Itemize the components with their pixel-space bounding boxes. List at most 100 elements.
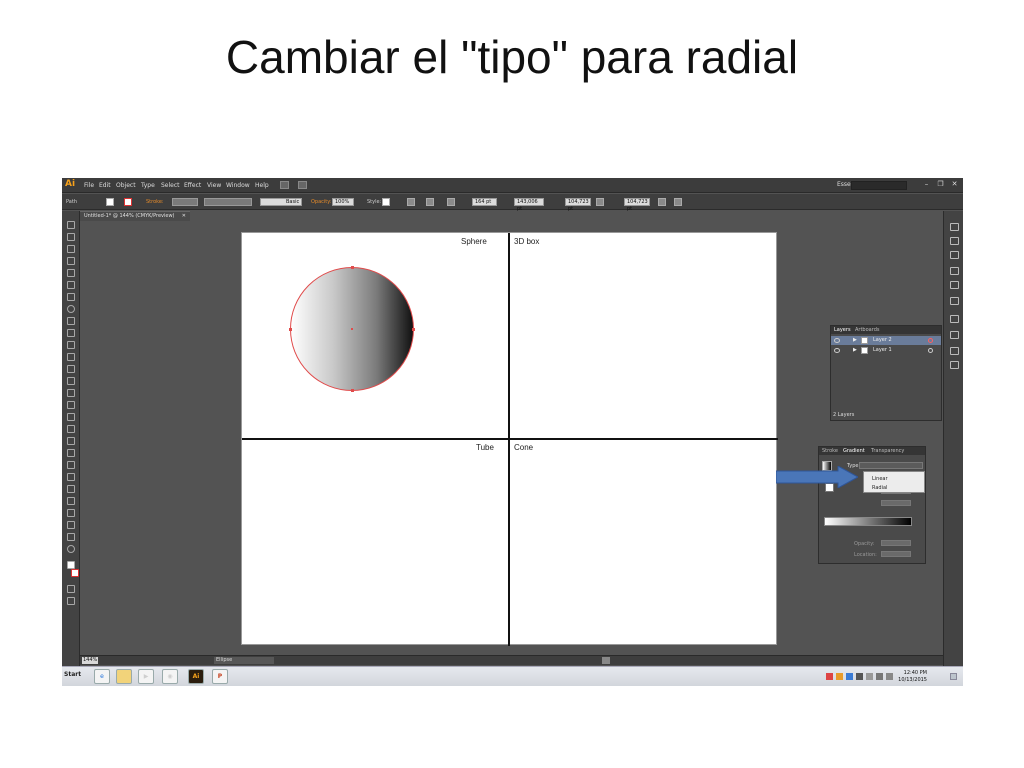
type-option-radial[interactable]: Radial	[872, 485, 887, 491]
layer-row[interactable]: ▶ Layer 2	[831, 336, 941, 345]
column-graph-tool-icon[interactable]	[67, 497, 75, 505]
tab-transparency[interactable]: Transparency	[871, 448, 904, 454]
shape-builder-tool-icon[interactable]	[67, 413, 75, 421]
expand-triangle-icon[interactable]: ▶	[853, 336, 857, 345]
fill-swatch[interactable]	[106, 198, 114, 206]
menu-window[interactable]: Window	[226, 182, 250, 189]
tray-app-icon[interactable]	[846, 673, 853, 680]
opacity-label[interactable]: Opacity:	[311, 199, 332, 205]
illustrator-icon[interactable]: Ai	[188, 669, 204, 684]
show-desktop-icon[interactable]	[950, 673, 957, 680]
line-tool-icon[interactable]	[67, 293, 75, 301]
location-field[interactable]	[881, 551, 911, 557]
tab-artboards[interactable]: Artboards	[855, 327, 879, 333]
anchor-point[interactable]	[412, 328, 415, 331]
height-field[interactable]: 104,723 pt	[624, 198, 650, 212]
tray-app-icon[interactable]	[836, 673, 843, 680]
lasso-tool-icon[interactable]	[67, 257, 75, 265]
brushes-icon[interactable]	[950, 267, 959, 275]
layers-icon[interactable]	[950, 347, 959, 355]
layer-row[interactable]: ▶ Layer 1	[831, 346, 941, 355]
artboards-icon[interactable]	[950, 361, 959, 369]
sphere-ellipse[interactable]	[289, 266, 415, 392]
stroke-swatch[interactable]	[124, 198, 132, 206]
align-icon[interactable]	[426, 198, 434, 206]
menu-help[interactable]: Help	[255, 182, 269, 189]
pen-tool-icon[interactable]	[67, 269, 75, 277]
color-guide-icon[interactable]	[950, 237, 959, 245]
stroke-weight-field[interactable]	[172, 198, 198, 206]
menu-select[interactable]: Select	[161, 182, 180, 189]
menu-effect[interactable]: Effect	[184, 182, 201, 189]
stroke-color-icon[interactable]	[71, 569, 79, 577]
fill-color-icon[interactable]	[67, 561, 75, 569]
target-icon[interactable]	[928, 348, 933, 353]
tab-layers[interactable]: Layers	[834, 327, 851, 333]
direct-selection-tool-icon[interactable]	[67, 233, 75, 241]
color-icon[interactable]	[950, 223, 959, 231]
perspective-grid-tool-icon[interactable]	[67, 425, 75, 433]
ellipse-tool-icon[interactable]	[67, 305, 75, 313]
opacity-field[interactable]	[881, 540, 911, 546]
recolor-icon[interactable]	[407, 198, 415, 206]
anchor-point[interactable]	[289, 328, 292, 331]
graphic-styles-icon[interactable]	[950, 297, 959, 305]
rotate-tool-icon[interactable]	[67, 365, 75, 373]
zoom-level[interactable]: 144%	[82, 657, 98, 664]
document-tab[interactable]: Untitled-1* @ 144% (CMYK/Preview) ✕	[80, 211, 190, 221]
anchor-point[interactable]	[351, 389, 354, 392]
blend-tool-icon[interactable]	[67, 473, 75, 481]
swatches-icon[interactable]	[950, 251, 959, 259]
hand-tool-icon[interactable]	[67, 533, 75, 541]
status-tool[interactable]: Ellipse	[214, 657, 274, 664]
tab-gradient[interactable]: Gradient	[843, 448, 865, 454]
y-field[interactable]: 143,006 pt	[514, 198, 544, 212]
tray-power-icon[interactable]	[886, 673, 893, 680]
tray-network-icon[interactable]	[866, 673, 873, 680]
close-icon[interactable]: ✕	[950, 180, 959, 189]
tray-flag-icon[interactable]	[826, 673, 833, 680]
anchor-point[interactable]	[351, 266, 354, 269]
pencil-tool-icon[interactable]	[67, 329, 75, 337]
opacity-field[interactable]: 100%	[332, 198, 354, 206]
internet-explorer-icon[interactable]: e	[94, 669, 110, 684]
artboard[interactable]: Sphere 3D box Tube Cone	[241, 232, 778, 646]
minimize-icon[interactable]: –	[922, 180, 931, 189]
document-close-icon[interactable]: ✕	[182, 212, 186, 221]
menu-type[interactable]: Type	[141, 182, 155, 189]
type-option-linear[interactable]: Linear	[872, 476, 888, 482]
horizontal-scrollbar-thumb[interactable]	[602, 657, 610, 664]
appearance-icon[interactable]	[950, 315, 959, 323]
graphic-style-swatch[interactable]	[382, 198, 390, 206]
zoom-tool-icon[interactable]	[67, 545, 75, 553]
slice-tool-icon[interactable]	[67, 521, 75, 529]
eraser-tool-icon[interactable]	[67, 353, 75, 361]
variable-width-field[interactable]	[204, 198, 252, 206]
magic-wand-tool-icon[interactable]	[67, 245, 75, 253]
bridge-icon[interactable]	[280, 181, 289, 189]
paintbrush-tool-icon[interactable]	[67, 317, 75, 325]
mesh-tool-icon[interactable]	[67, 437, 75, 445]
target-icon[interactable]	[928, 338, 933, 343]
menu-file[interactable]: File	[84, 182, 94, 189]
menu-object[interactable]: Object	[116, 182, 136, 189]
artboard-tool-icon[interactable]	[67, 509, 75, 517]
stroke-label[interactable]: Stroke:	[146, 199, 164, 205]
media-player-icon[interactable]: ▶	[138, 669, 154, 684]
visibility-eye-icon[interactable]	[834, 338, 840, 343]
panel-menu-icon[interactable]	[674, 198, 682, 206]
constrain-icon[interactable]	[596, 198, 604, 206]
tab-stroke[interactable]: Stroke	[822, 448, 838, 454]
symbol-sprayer-tool-icon[interactable]	[67, 485, 75, 493]
transform-icon[interactable]	[447, 198, 455, 206]
powerpoint-icon[interactable]: P	[212, 669, 228, 684]
start-button[interactable]: Start	[64, 671, 81, 678]
gradient-tool-icon[interactable]	[67, 449, 75, 457]
eyedropper-tool-icon[interactable]	[67, 461, 75, 469]
file-explorer-icon[interactable]	[116, 669, 132, 684]
transform-panel-icon[interactable]	[950, 331, 959, 339]
isolate-icon[interactable]	[658, 198, 666, 206]
selection-tool-icon[interactable]	[67, 221, 75, 229]
type-dropdown[interactable]	[859, 462, 923, 469]
symbols-icon[interactable]	[950, 281, 959, 289]
